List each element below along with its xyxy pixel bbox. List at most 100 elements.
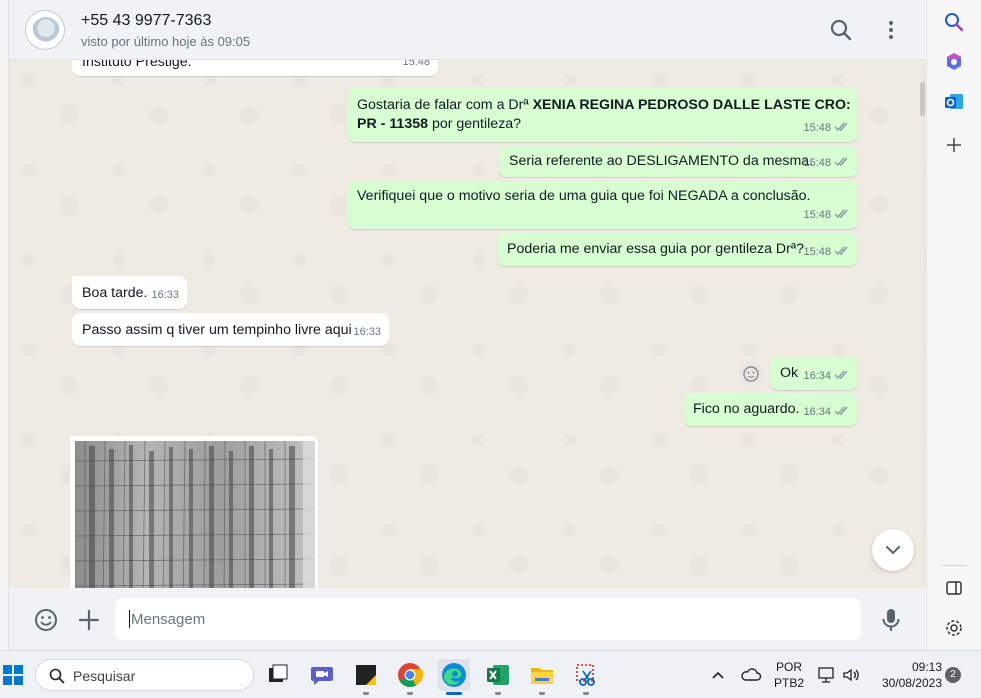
menu-icon <box>889 21 893 39</box>
attach-button[interactable] <box>75 606 103 634</box>
running-indicator <box>583 692 589 695</box>
message-incoming[interactable]: Instituto Prestige. 15:48 <box>72 60 438 76</box>
image-attachment[interactable] <box>75 441 315 588</box>
smiley-icon <box>743 366 759 382</box>
document-photo <box>75 441 315 588</box>
message-outgoing[interactable]: Verifiquei que o motivo seria de uma gui… <box>347 181 858 229</box>
running-indicator <box>495 692 501 695</box>
message-outgoing[interactable]: Gostaria de falar com a Drª XENIA REGINA… <box>347 88 858 142</box>
sidebar-copilot-button[interactable] <box>941 49 967 75</box>
message-text: Poderia me enviar essa guia por gentilez… <box>507 241 805 257</box>
contact-name[interactable]: +55 43 9977-7363 <box>81 12 211 30</box>
message-text: Seria referente ao DESLIGAMENTO da mesma… <box>509 153 814 169</box>
message-meta: 15:48 <box>803 243 850 262</box>
chat-header: +55 43 9977-7363 visto por último hoje à… <box>9 0 926 60</box>
cloud-icon <box>741 668 762 681</box>
file-explorer-icon <box>531 668 553 684</box>
react-emoji-button[interactable] <box>739 362 763 386</box>
message-outgoing[interactable]: Seria referente ao DESLIGAMENTO da mesma… <box>499 146 858 177</box>
message-outgoing[interactable]: Poderia me enviar essa guia por gentilez… <box>497 233 858 266</box>
taskbar-snipping-tool[interactable] <box>570 659 602 695</box>
app-window: +55 43 9977-7363 visto por último hoje à… <box>0 0 981 698</box>
sidebar-add-button[interactable] <box>941 132 967 158</box>
windows-taskbar: Pesquisar POR PTB2 09:13 30/08/2023 2 <box>0 650 981 698</box>
message-incoming[interactable]: Boa tarde. 16:33 <box>72 276 187 309</box>
message-list[interactable]: Instituto Prestige. 15:48 Gostaria de fa… <box>9 60 926 588</box>
message-text: Instituto Prestige. <box>82 60 192 70</box>
message-meta: 15:48 <box>803 119 850 138</box>
message-input[interactable] <box>115 598 861 640</box>
voice-message-button[interactable] <box>877 606 905 634</box>
message-outgoing[interactable]: Fico no aguardo. 16:34 <box>683 393 858 426</box>
message-text: Verifiquei que o motivo seria de uma gui… <box>357 188 811 204</box>
chat-menu-button[interactable] <box>877 16 905 44</box>
message-outgoing[interactable]: Ok 16:34 <box>770 357 858 390</box>
message-meta: 16:34 <box>803 367 850 386</box>
chevron-up-icon <box>712 671 724 679</box>
message-text: Passo assim q tiver um tempinho livre aq… <box>82 322 352 338</box>
network-tray-button[interactable] <box>817 665 837 685</box>
avatar-logo <box>32 17 60 45</box>
input-language-button[interactable]: POR PTB2 <box>769 659 809 691</box>
start-button[interactable] <box>2 664 24 686</box>
outlook-icon <box>945 94 963 109</box>
message-timestamp: 15:48 <box>803 209 831 221</box>
meet-icon <box>311 667 333 685</box>
keyboard-layout: PTB2 <box>773 676 804 690</box>
message-meta: 16:33 <box>151 286 179 305</box>
taskbar-sticky-notes[interactable] <box>350 659 382 695</box>
volume-tray-button[interactable] <box>841 665 861 685</box>
emoji-button[interactable] <box>32 606 60 634</box>
message-meta: 16:33 <box>353 323 381 342</box>
message-timestamp: 15:48 <box>803 246 831 258</box>
message-text: Ok <box>780 365 799 381</box>
contact-avatar[interactable] <box>25 10 65 50</box>
read-ticks-icon <box>834 370 848 380</box>
taskbar-search[interactable]: Pesquisar <box>35 659 254 691</box>
scrollbar[interactable] <box>918 60 926 588</box>
sidebar-search-button[interactable] <box>941 9 967 35</box>
scrollbar-thumb[interactable] <box>920 82 925 116</box>
sidebar-outlook-button[interactable] <box>941 89 967 115</box>
show-hidden-icons-button[interactable] <box>708 665 728 685</box>
message-meta: 15:48 <box>803 206 850 225</box>
clock-date: 30/08/2023 <box>881 676 942 690</box>
message-timestamp: 16:33 <box>353 326 381 338</box>
edge-icon <box>442 663 466 687</box>
running-indicator <box>363 692 369 695</box>
sidebar-settings-button[interactable] <box>941 615 967 641</box>
taskbar-search-label: Pesquisar <box>73 668 136 684</box>
sidebar-toggle-button[interactable] <box>941 575 967 601</box>
attach-plus-icon <box>78 609 100 631</box>
search-icon <box>49 668 65 684</box>
message-timestamp: 16:34 <box>803 406 831 418</box>
clock-button[interactable]: 09:13 30/08/2023 <box>870 659 942 691</box>
volume-icon <box>843 668 859 682</box>
taskbar-meet[interactable] <box>306 659 338 691</box>
scroll-to-bottom-button[interactable] <box>872 529 914 571</box>
left-edge-strip <box>0 0 9 650</box>
task-view-icon <box>269 664 288 682</box>
taskbar-edge[interactable] <box>438 659 470 695</box>
taskbar-chrome[interactable] <box>394 659 426 695</box>
onedrive-tray-button[interactable] <box>740 665 762 685</box>
message-text: Boa tarde. <box>82 285 148 301</box>
running-indicator <box>407 692 413 695</box>
message-composer <box>9 588 926 650</box>
message-meta: 15:48 <box>803 154 850 173</box>
message-time: 15:48 <box>402 60 430 72</box>
search-icon <box>945 13 964 32</box>
message-incoming-image[interactable] <box>70 436 318 588</box>
message-timestamp: 16:33 <box>151 289 179 301</box>
notification-badge[interactable]: 2 <box>945 667 961 683</box>
sidebar-divider <box>941 565 967 566</box>
taskbar-file-explorer[interactable] <box>526 659 558 695</box>
search-messages-button[interactable] <box>827 16 855 44</box>
settings-icon <box>946 620 962 636</box>
network-icon <box>818 667 834 683</box>
message-timestamp: 16:34 <box>803 370 831 382</box>
taskbar-task-view[interactable] <box>262 659 294 691</box>
microphone-icon <box>882 609 900 631</box>
taskbar-excel[interactable] <box>482 659 514 695</box>
message-incoming[interactable]: Passo assim q tiver um tempinho livre aq… <box>72 313 389 346</box>
